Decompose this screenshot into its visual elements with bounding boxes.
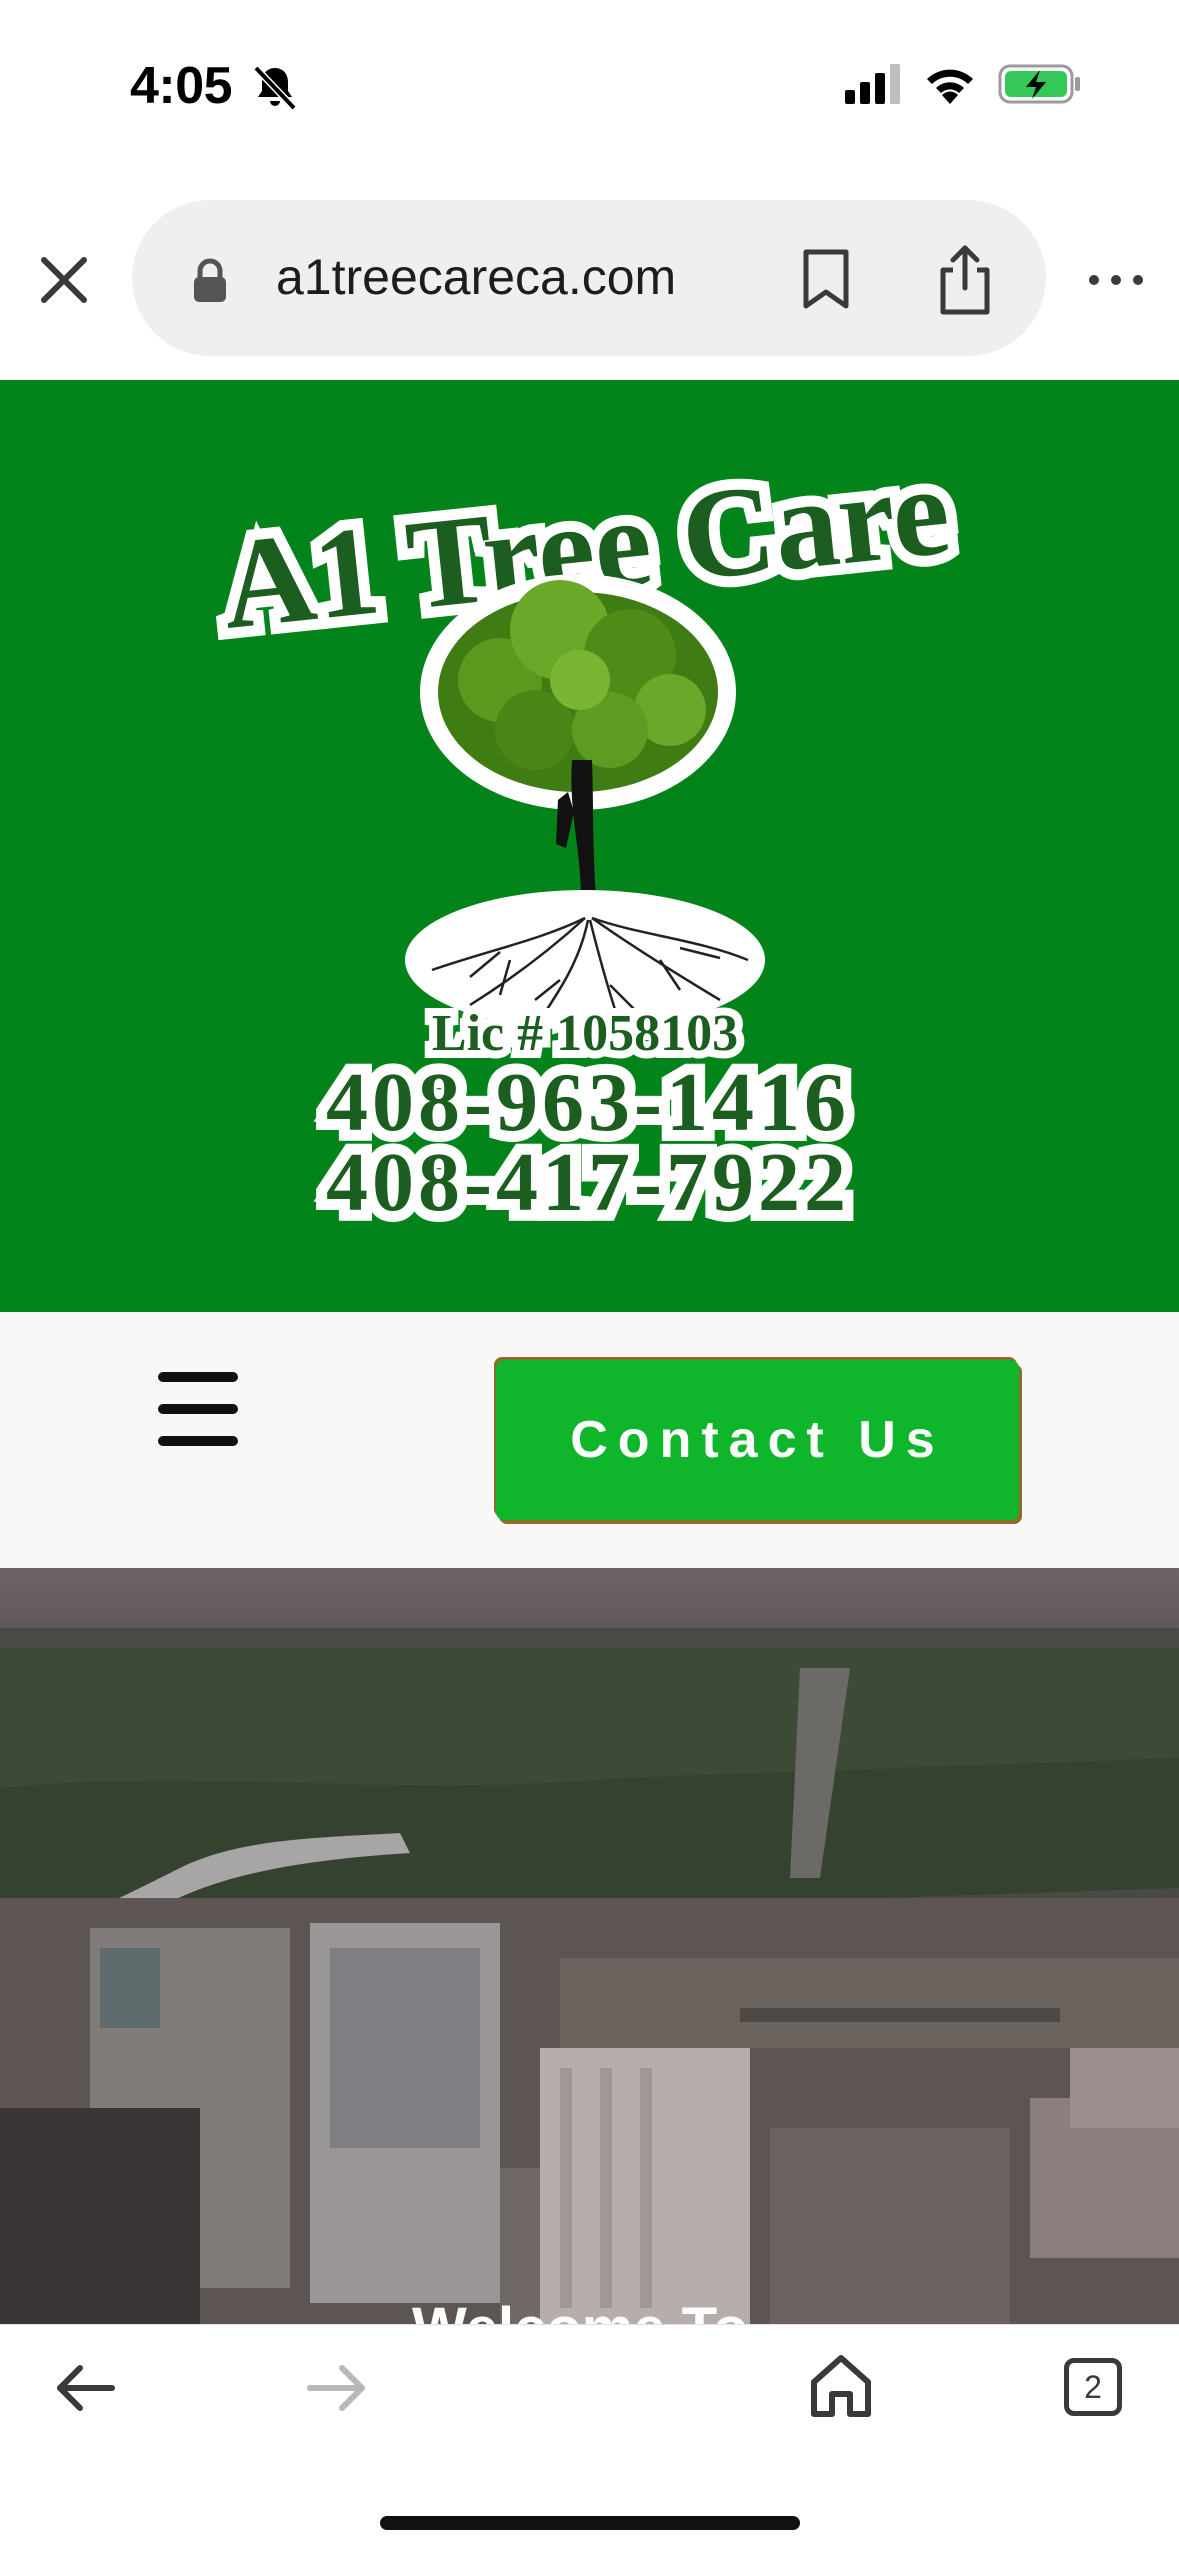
wifi-icon [927, 69, 973, 104]
forward-arrow-icon[interactable] [300, 2362, 372, 2414]
company-logo[interactable]: A1 Tree Care Lic # 1058103 408-963-1416 … [200, 440, 980, 1240]
battery-charging-icon [998, 64, 1080, 104]
status-time: 4:05 [130, 57, 233, 115]
tree-illustration [405, 574, 765, 1030]
contact-us-button[interactable]: Contact Us [496, 1360, 1019, 1520]
license-number: Lic # 1058103 [432, 1005, 738, 1062]
back-arrow-icon[interactable] [50, 2362, 122, 2414]
home-indicator [380, 2516, 800, 2530]
signal-icon [845, 64, 900, 104]
share-icon[interactable] [935, 244, 995, 316]
tabs-icon[interactable]: 2 [1064, 2358, 1122, 2416]
menu-icon[interactable] [158, 1372, 238, 1446]
url-text[interactable]: a1treecareca.com [276, 248, 676, 306]
phone-number-2[interactable]: 408-417-7922 [315, 1125, 857, 1240]
bell-slash-icon [253, 65, 297, 111]
hero-background-image [0, 1568, 1179, 2324]
lock-icon [194, 258, 226, 302]
close-icon[interactable] [34, 250, 94, 310]
bookmark-icon[interactable] [800, 248, 852, 310]
home-icon[interactable] [808, 2352, 874, 2420]
more-icon[interactable] [1086, 270, 1146, 290]
